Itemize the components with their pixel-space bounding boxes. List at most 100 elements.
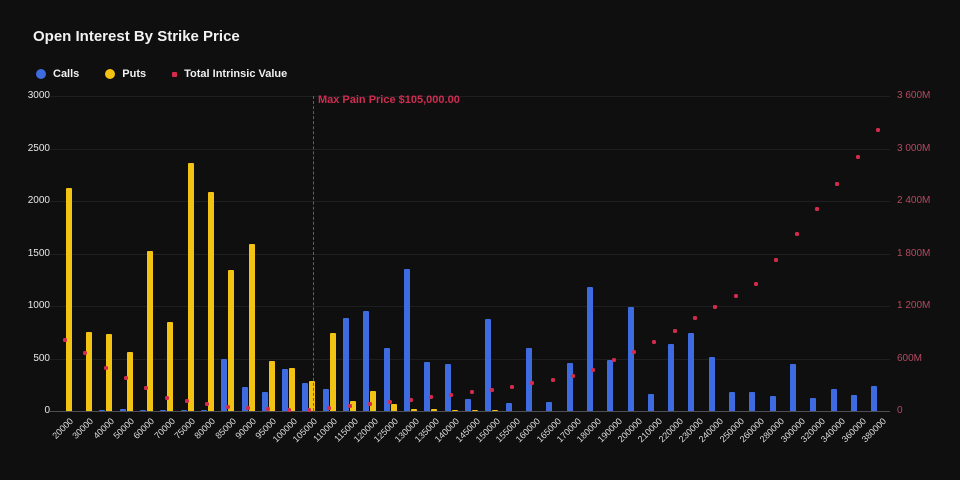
y-axis-left-tick: 0 — [4, 405, 50, 416]
max-pain-line — [313, 96, 314, 411]
bar-puts[interactable] — [269, 361, 275, 411]
intrinsic-dot[interactable] — [652, 340, 656, 344]
bar-calls[interactable] — [160, 410, 166, 411]
bar-puts[interactable] — [411, 409, 417, 411]
intrinsic-dot[interactable] — [185, 399, 189, 403]
bar-puts[interactable] — [330, 333, 336, 411]
bar-calls[interactable] — [831, 389, 837, 411]
bar-puts[interactable] — [492, 410, 498, 411]
intrinsic-dot[interactable] — [856, 155, 860, 159]
bar-calls[interactable] — [587, 287, 593, 411]
y-axis-right-tick: 3 600M — [897, 90, 930, 101]
y-axis-left-tick: 500 — [4, 353, 50, 364]
intrinsic-dot[interactable] — [63, 338, 67, 342]
bar-calls[interactable] — [120, 409, 126, 411]
intrinsic-dot[interactable] — [673, 329, 677, 333]
intrinsic-dot[interactable] — [510, 385, 514, 389]
gridline — [50, 201, 890, 202]
bar-calls[interactable] — [749, 392, 755, 411]
intrinsic-dot[interactable] — [226, 405, 230, 409]
intrinsic-dot[interactable] — [612, 358, 616, 362]
y-axis-right-tick: 1 200M — [897, 300, 930, 311]
intrinsic-dot[interactable] — [530, 381, 534, 385]
bar-puts[interactable] — [66, 188, 72, 411]
intrinsic-dot[interactable] — [815, 207, 819, 211]
intrinsic-dot[interactable] — [287, 408, 291, 412]
bar-puts[interactable] — [106, 334, 112, 411]
intrinsic-dot[interactable] — [104, 366, 108, 370]
bar-calls[interactable] — [628, 307, 634, 411]
intrinsic-dot[interactable] — [470, 390, 474, 394]
bar-puts[interactable] — [86, 332, 92, 411]
gridline — [50, 149, 890, 150]
bar-puts[interactable] — [289, 368, 295, 411]
intrinsic-dot[interactable] — [591, 368, 595, 372]
bar-calls[interactable] — [445, 364, 451, 411]
bar-calls[interactable] — [363, 311, 369, 411]
gridline — [50, 96, 890, 97]
bar-puts[interactable] — [472, 410, 478, 411]
intrinsic-dot[interactable] — [795, 232, 799, 236]
intrinsic-dot[interactable] — [632, 350, 636, 354]
bar-calls[interactable] — [851, 395, 857, 411]
bar-calls[interactable] — [790, 364, 796, 411]
bar-calls[interactable] — [709, 357, 715, 411]
bar-calls[interactable] — [201, 410, 207, 411]
bar-calls[interactable] — [810, 398, 816, 411]
y-axis-right-tick: 0 — [897, 405, 903, 416]
intrinsic-dot[interactable] — [754, 282, 758, 286]
intrinsic-dot[interactable] — [551, 378, 555, 382]
bar-calls[interactable] — [404, 269, 410, 411]
bar-calls[interactable] — [688, 333, 694, 411]
bar-calls[interactable] — [465, 399, 471, 411]
bar-calls[interactable] — [607, 360, 613, 411]
intrinsic-dot[interactable] — [693, 316, 697, 320]
bar-puts[interactable] — [228, 270, 234, 411]
intrinsic-dot[interactable] — [774, 258, 778, 262]
bar-calls[interactable] — [871, 386, 877, 411]
bar-puts[interactable] — [208, 192, 214, 411]
open-interest-chart: Open Interest By Strike Price Calls Puts… — [0, 0, 960, 480]
intrinsic-dot[interactable] — [571, 374, 575, 378]
bar-puts[interactable] — [188, 163, 194, 411]
intrinsic-dot[interactable] — [449, 393, 453, 397]
bar-calls[interactable] — [343, 318, 349, 411]
bar-calls[interactable] — [282, 369, 288, 411]
bar-puts[interactable] — [391, 404, 397, 411]
intrinsic-dot[interactable] — [734, 294, 738, 298]
bar-calls[interactable] — [140, 410, 146, 411]
y-axis-left-tick: 1500 — [4, 248, 50, 259]
bar-calls[interactable] — [181, 410, 187, 411]
intrinsic-dot[interactable] — [713, 305, 717, 309]
gridline — [50, 306, 890, 307]
bar-puts[interactable] — [370, 391, 376, 411]
bar-puts[interactable] — [452, 410, 458, 411]
intrinsic-dot[interactable] — [835, 182, 839, 186]
bar-calls[interactable] — [526, 348, 532, 411]
y-axis-left-tick: 3000 — [4, 90, 50, 101]
intrinsic-dot[interactable] — [124, 376, 128, 380]
intrinsic-dot[interactable] — [876, 128, 880, 132]
bar-calls[interactable] — [424, 362, 430, 411]
bar-calls[interactable] — [729, 392, 735, 411]
bar-puts[interactable] — [249, 244, 255, 411]
bar-puts[interactable] — [127, 352, 133, 411]
bar-calls[interactable] — [546, 402, 552, 411]
bar-calls[interactable] — [302, 383, 308, 411]
bar-calls[interactable] — [221, 359, 227, 412]
intrinsic-dot[interactable] — [429, 395, 433, 399]
bar-calls[interactable] — [567, 363, 573, 411]
bar-calls[interactable] — [770, 396, 776, 411]
intrinsic-dot[interactable] — [490, 388, 494, 392]
bar-calls[interactable] — [485, 319, 491, 411]
bar-puts[interactable] — [431, 409, 437, 411]
intrinsic-dot[interactable] — [409, 398, 413, 402]
intrinsic-dot[interactable] — [348, 404, 352, 408]
plot-area: 0500100015002000250030000600M1 200M1 800… — [0, 0, 960, 480]
bar-calls[interactable] — [668, 344, 674, 411]
intrinsic-dot[interactable] — [165, 396, 169, 400]
bar-calls[interactable] — [506, 403, 512, 411]
bar-calls[interactable] — [648, 394, 654, 411]
y-axis-right-tick: 1 800M — [897, 248, 930, 259]
bar-calls[interactable] — [99, 410, 105, 411]
